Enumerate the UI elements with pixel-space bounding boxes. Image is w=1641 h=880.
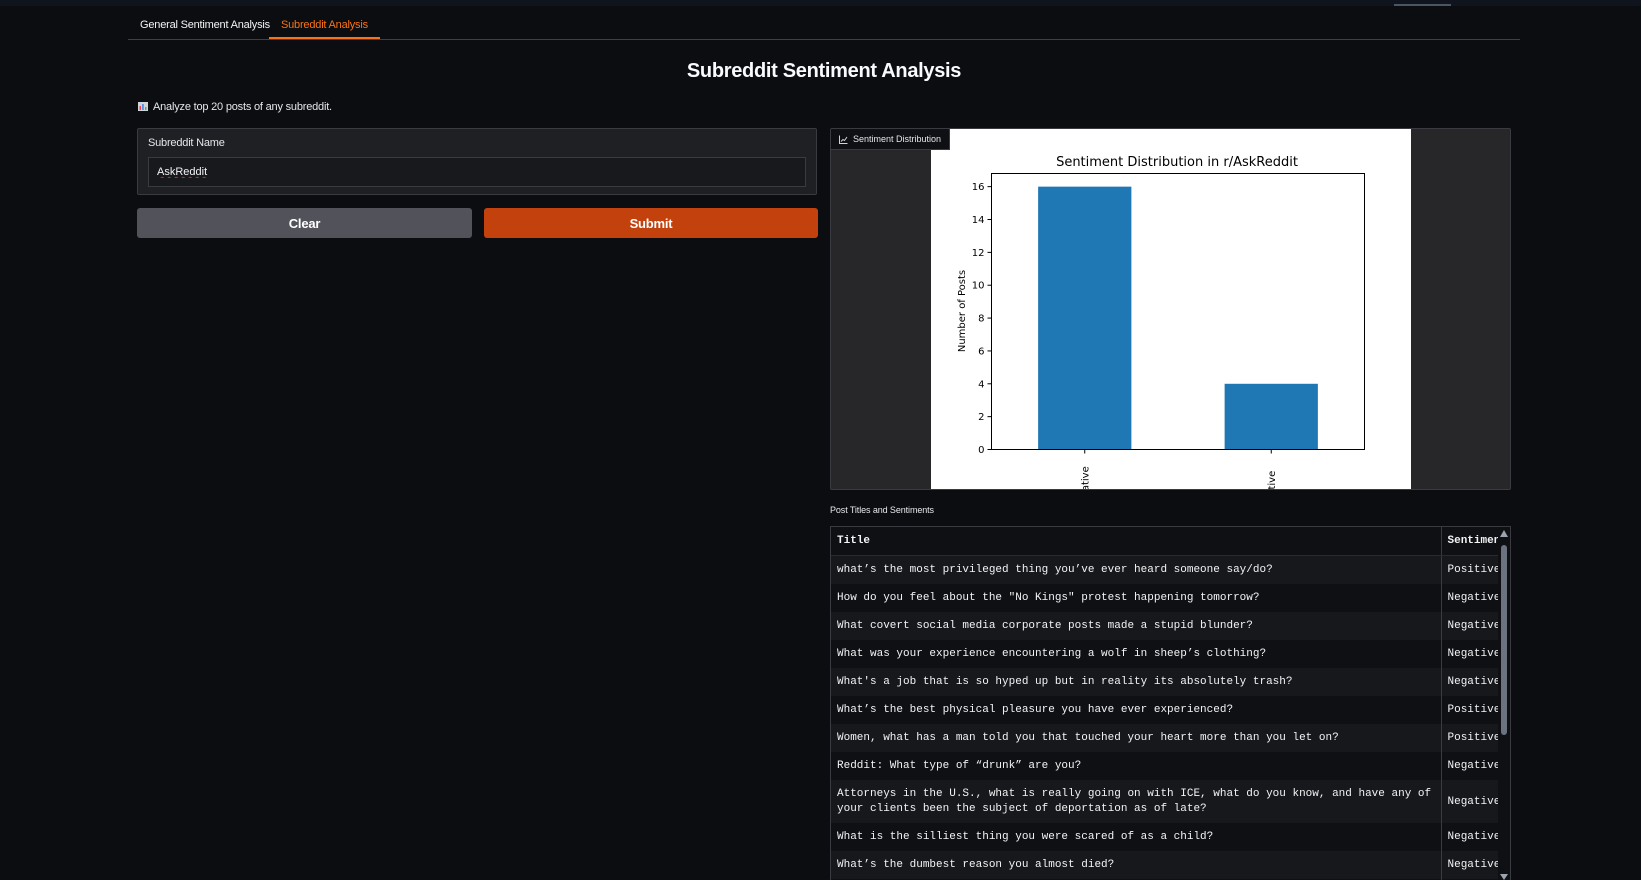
post-table-container: Title Sentimen what’s the most privilege… <box>830 526 1511 880</box>
table-row: What's a job that is so hyped up but in … <box>831 668 1510 696</box>
y-tick-label: 4 <box>978 379 984 390</box>
table-row: Reddit: What type of “drunk” are you? Neg… <box>831 752 1510 780</box>
subreddit-name-input[interactable] <box>148 157 806 187</box>
table-row: What’s the best physical pleasure you ha… <box>831 696 1510 724</box>
bar-positive <box>1224 383 1318 450</box>
row-title[interactable]: Women, what has a man told you that touc… <box>831 724 1442 752</box>
x-tick-label-negative: gative <box>1080 466 1091 490</box>
page-description-text: Analyze top 20 posts of any subreddit. <box>153 101 332 113</box>
row-title[interactable]: What is the silliest thing you were scar… <box>831 823 1442 851</box>
submit-button[interactable]: Submit <box>484 208 818 238</box>
sentiment-bar-chart: Sentiment Distribution in r/AskReddit Nu… <box>957 155 1365 490</box>
page-description: Analyze top 20 posts of any subreddit. <box>138 101 332 113</box>
table-row: What was your experience encountering a … <box>831 640 1510 668</box>
bar-negative <box>1038 186 1132 450</box>
table-row: What covert social media corporate posts… <box>831 612 1510 640</box>
table-scrollbar[interactable] <box>1498 530 1510 880</box>
y-tick-label: 2 <box>978 412 984 423</box>
row-title[interactable]: What was your experience encountering a … <box>831 640 1442 668</box>
y-tick-label: 0 <box>978 445 984 456</box>
table-row: what’s the most privileged thing you’ve … <box>831 555 1510 584</box>
table-row: What is the silliest thing you were scar… <box>831 823 1510 851</box>
row-title[interactable]: what’s the most privileged thing you’ve … <box>831 555 1442 584</box>
scroll-up-arrow-icon[interactable] <box>1500 530 1508 537</box>
row-title[interactable]: How do you feel about the "No Kings" pro… <box>831 584 1442 612</box>
chart-line-icon <box>839 135 848 144</box>
tab-bar: General Sentiment Analysis Subreddit Ana… <box>128 14 1520 40</box>
subreddit-input-block: Subreddit Name <box>137 128 817 195</box>
top-strip <box>0 0 1641 6</box>
row-title[interactable]: What’s the best physical pleasure you ha… <box>831 696 1442 724</box>
table-row: What’s the dumbest reason you almost die… <box>831 851 1510 879</box>
chart-y-axis-label: Number of Posts <box>957 270 968 352</box>
table-header-row: Title Sentimen <box>831 527 1510 556</box>
scroll-thumb[interactable] <box>1501 545 1507 735</box>
sentiment-plot-block: Sentiment Distribution Sentiment Distrib… <box>830 128 1511 490</box>
clear-button[interactable]: Clear <box>137 208 472 238</box>
page-title: Subreddit Sentiment Analysis <box>686 60 962 82</box>
y-tick-label: 10 <box>972 281 985 292</box>
y-tick-label: 8 <box>978 314 984 325</box>
chart-title: Sentiment Distribution in r/AskReddit <box>1056 155 1298 170</box>
table-row: Attorneys in the U.S., what is really go… <box>831 780 1510 823</box>
row-title[interactable]: What covert social media corporate posts… <box>831 612 1442 640</box>
y-tick-label: 6 <box>978 346 984 357</box>
table-label: Post Titles and Sentiments <box>830 505 934 515</box>
y-tick-label: 16 <box>972 182 985 193</box>
plot-label-text: Sentiment Distribution <box>853 134 942 144</box>
table-row: How do you feel about the "No Kings" pro… <box>831 584 1510 612</box>
bar-chart-icon <box>138 102 148 111</box>
row-title[interactable]: What’s the dumbest reason you almost die… <box>831 851 1442 879</box>
y-tick-label: 14 <box>972 215 985 226</box>
table-row: Women, what has a man told you that touc… <box>831 724 1510 752</box>
row-title[interactable]: What's a job that is so hyped up but in … <box>831 668 1442 696</box>
column-header-title[interactable]: Title <box>831 527 1442 556</box>
row-title[interactable]: Reddit: What type of “drunk” are you? <box>831 752 1442 780</box>
top-strip-marker <box>1394 4 1451 6</box>
tab-general-sentiment-analysis[interactable]: General Sentiment Analysis <box>140 14 270 39</box>
y-tick-label: 12 <box>972 248 985 259</box>
x-tick-label-positive: sitive <box>1267 471 1278 490</box>
tab-subreddit-analysis[interactable]: Subreddit Analysis <box>269 14 380 39</box>
plot-label: Sentiment Distribution <box>831 129 951 150</box>
subreddit-name-label: Subreddit Name <box>148 137 225 149</box>
post-sentiment-table: Title Sentimen what’s the most privilege… <box>831 527 1510 880</box>
row-title[interactable]: Attorneys in the U.S., what is really go… <box>831 780 1442 823</box>
scroll-down-arrow-icon[interactable] <box>1500 874 1508 880</box>
chart-canvas: Sentiment Distribution in r/AskReddit Nu… <box>931 129 1411 490</box>
